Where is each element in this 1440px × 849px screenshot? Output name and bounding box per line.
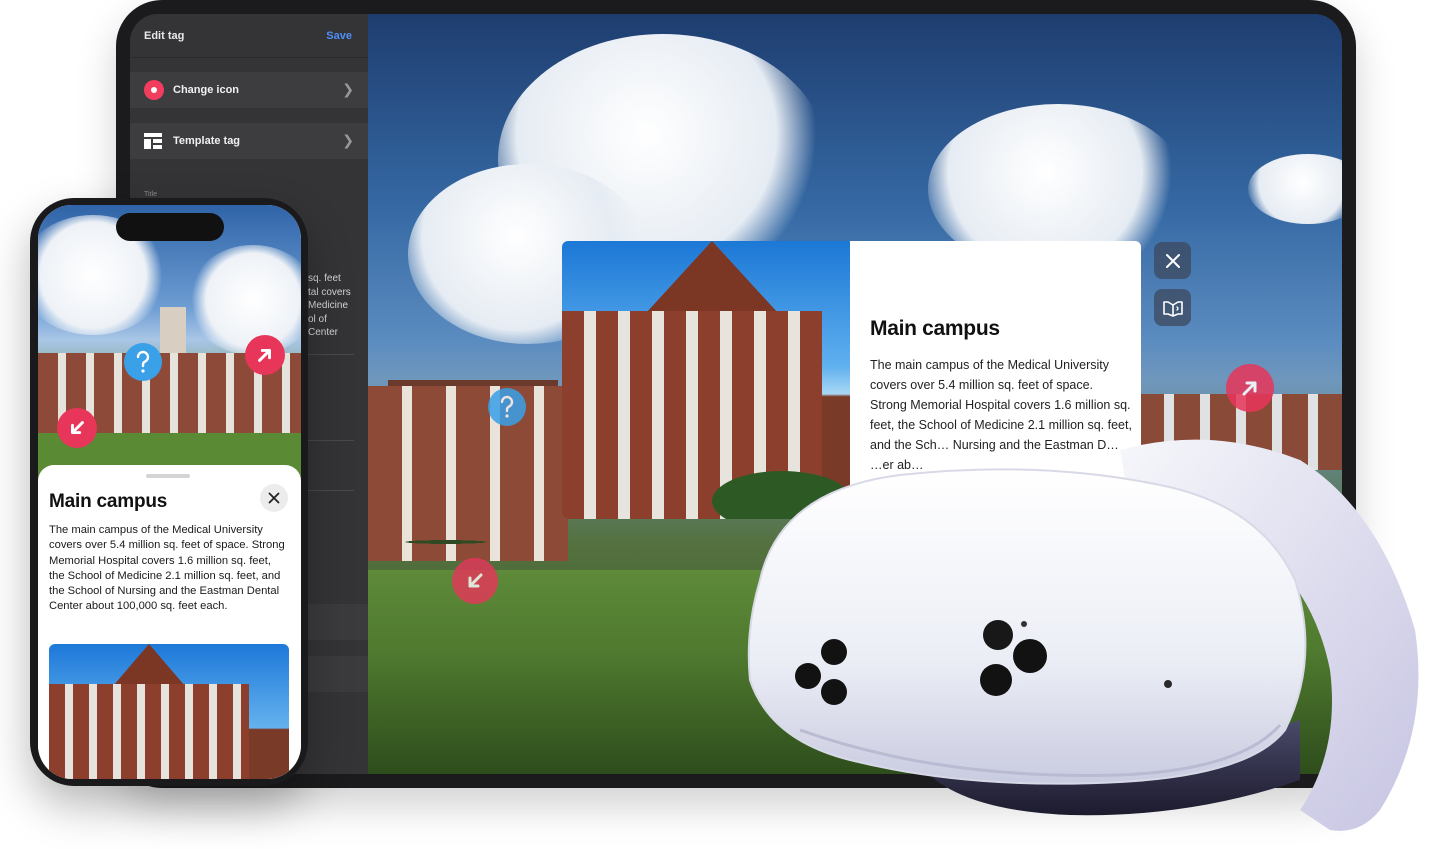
arrow-tag[interactable]: [1226, 364, 1274, 412]
arrow-tag[interactable]: [57, 408, 97, 448]
panel-header: Edit tag Save: [130, 14, 368, 58]
arrow-tag[interactable]: [245, 335, 285, 375]
description-line: tal covers: [308, 286, 351, 298]
arrow-down-left-icon: [71, 421, 84, 434]
clock-tower: [160, 307, 186, 357]
dynamic-island: [116, 213, 224, 241]
close-button[interactable]: [260, 484, 288, 512]
audio-book-icon: [1162, 300, 1183, 317]
close-icon: [1165, 253, 1180, 268]
chevron-right-icon: ❯: [342, 132, 354, 148]
camera-sensor: [821, 679, 847, 705]
row-label: Change icon: [173, 84, 240, 96]
question-icon: [500, 395, 514, 418]
sheet-grabber[interactable]: [146, 474, 190, 478]
description-line: sq. feet: [308, 273, 341, 284]
camera-sensor: [980, 664, 1012, 696]
camera-sensor: [983, 620, 1013, 650]
title-section-label: Title: [144, 191, 157, 198]
chevron-right-icon: ❯: [342, 81, 354, 97]
sensor-dot: [1164, 680, 1172, 688]
close-icon: [268, 492, 280, 504]
sensor-dot: [1021, 621, 1027, 627]
description-line: Medicine: [308, 300, 349, 311]
sheet-title: Main campus: [49, 491, 168, 512]
template-tag-row[interactable]: Template tag ❯: [130, 123, 368, 159]
description-line: ol of: [308, 313, 327, 325]
arrow-up-right-icon: [258, 349, 271, 362]
popup-title: Main campus: [870, 317, 1000, 340]
description-field[interactable]: sq. feet tal covers Medicine ol of Cente…: [308, 272, 368, 340]
description-line: Center: [308, 327, 339, 338]
phone-panorama[interactable]: [38, 205, 301, 483]
sheet-text: The main campus of the Medical Universit…: [49, 524, 285, 613]
camera-sensor: [1013, 639, 1047, 673]
save-button[interactable]: Save: [326, 30, 352, 42]
close-button[interactable]: [1154, 242, 1191, 279]
phone-screen: Main campus The main campus of the Medic…: [38, 205, 301, 779]
camera-sensor: [795, 663, 821, 689]
row-label: Template tag: [173, 135, 241, 147]
arrow-tag[interactable]: [452, 558, 498, 604]
change-icon-row[interactable]: Change icon ❯: [130, 72, 368, 108]
vr-headset-image: [747, 439, 1419, 831]
record-icon: [144, 80, 164, 100]
question-tag[interactable]: [124, 343, 162, 381]
headset-shell: [747, 468, 1307, 785]
audio-button[interactable]: [1154, 289, 1191, 326]
cloud: [1248, 154, 1342, 224]
camera-sensor: [821, 639, 847, 665]
question-tag[interactable]: [488, 388, 526, 426]
sheet-photo: [49, 644, 289, 779]
cloud: [188, 245, 301, 355]
arrow-down-left-icon: [468, 573, 483, 588]
bottom-sheet: Main campus The main campus of the Medic…: [38, 465, 301, 779]
panel-title: Edit tag: [144, 29, 185, 42]
question-icon: [136, 350, 150, 373]
building-facade: [49, 684, 249, 779]
arrow-up-right-icon: [1242, 381, 1257, 396]
template-icon: [144, 133, 162, 149]
